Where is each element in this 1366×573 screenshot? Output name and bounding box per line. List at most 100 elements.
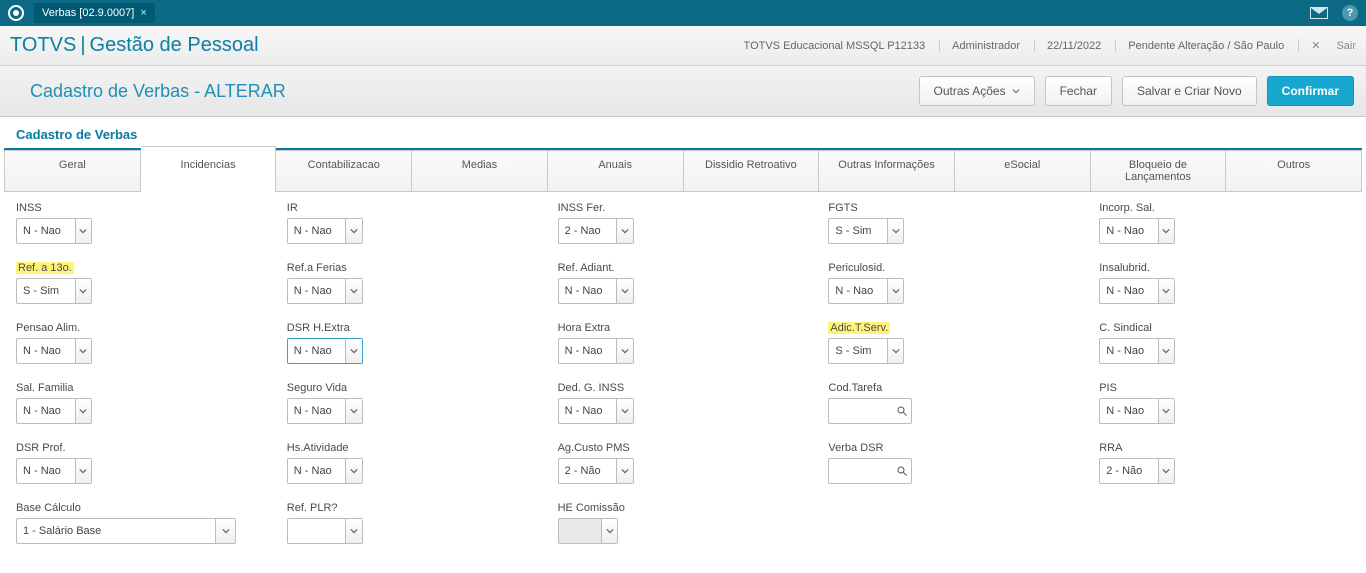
chevron-down-icon[interactable] [75,279,91,303]
label-ref-ferias: Ref.a Ferias [287,262,347,274]
chevron-down-icon[interactable] [75,459,91,483]
outras-acoes-button[interactable]: Outras Ações [919,76,1035,106]
label-hora-extra: Hora Extra [558,322,611,334]
label-rra: RRA [1099,442,1122,454]
window-titlebar: Verbas [02.9.0007] × ? [0,0,1366,26]
verba-dsr-input[interactable] [828,458,912,484]
label-inss: INSS [16,202,42,214]
periculosid-select[interactable] [828,278,904,304]
search-icon[interactable] [892,399,911,423]
env-label: TOTVS Educacional MSSQL P12133 [732,40,926,52]
tab-anuais[interactable]: Anuais [548,150,684,191]
chevron-down-icon[interactable] [616,459,632,483]
incorp-select[interactable] [1099,218,1175,244]
app-name: Gestão de Pessoal [90,34,259,57]
seguro-vida-select[interactable] [287,398,363,424]
label-hs-atividade: Hs.Atividade [287,442,349,454]
search-icon[interactable] [892,459,911,483]
c-sindical-select[interactable] [1099,338,1175,364]
chevron-down-icon[interactable] [1158,219,1174,243]
ref13-select[interactable] [16,278,92,304]
tab-bloqueio[interactable]: Bloqueio de Lançamentos [1091,150,1227,191]
chevron-down-icon[interactable] [75,339,91,363]
hs-atividade-select[interactable] [287,458,363,484]
chevron-down-icon[interactable] [75,219,91,243]
chevron-down-icon[interactable] [75,399,91,423]
ref-ferias-select[interactable] [287,278,363,304]
chevron-down-icon[interactable] [215,519,235,543]
chevron-down-icon[interactable] [345,219,361,243]
tab-dissidio[interactable]: Dissidio Retroativo [684,150,820,191]
cod-tarefa-input[interactable] [828,398,912,424]
label-c-sindical: C. Sindical [1099,322,1152,334]
chevron-down-icon[interactable] [345,519,361,543]
adic-tserv-select[interactable] [828,338,904,364]
fgts-select[interactable] [828,218,904,244]
label-dsr-prof: DSR Prof. [16,442,66,454]
tab-esocial[interactable]: eSocial [955,150,1091,191]
inss-select[interactable] [16,218,92,244]
confirmar-button[interactable]: Confirmar [1267,76,1354,106]
ag-custo-select[interactable] [558,458,634,484]
window-tab[interactable]: Verbas [02.9.0007] × [34,3,155,23]
dsr-prof-select[interactable] [16,458,92,484]
base-calc-select[interactable] [16,518,236,544]
he-comissao-select[interactable] [558,518,618,544]
chevron-down-icon[interactable] [1158,399,1174,423]
chevron-down-icon[interactable] [345,279,361,303]
actionbar: Cadastro de Verbas - ALTERAR Outras Açõe… [0,66,1366,117]
chevron-down-icon[interactable] [616,279,632,303]
insalubrid-select[interactable] [1099,278,1175,304]
tab-medias[interactable]: Medias [412,150,548,191]
chevron-down-icon[interactable] [616,339,632,363]
sal-familia-select[interactable] [16,398,92,424]
tab-outras-info[interactable]: Outras Informações [819,150,955,191]
window-tab-label: Verbas [02.9.0007] [42,7,134,19]
chevron-down-icon[interactable] [1158,339,1174,363]
label-dsr-hextra: DSR H.Extra [287,322,350,334]
tab-outros[interactable]: Outros [1226,150,1362,191]
close-icon[interactable]: × [140,7,146,19]
label-ir: IR [287,202,298,214]
salvar-criar-novo-button[interactable]: Salvar e Criar Novo [1122,76,1257,106]
label-periculosid: Periculosid. [828,262,885,274]
dsr-hextra-select[interactable] [287,338,363,364]
chevron-down-icon[interactable] [345,459,361,483]
hora-extra-select[interactable] [558,338,634,364]
rra-select[interactable] [1099,458,1175,484]
tab-contabilizacao[interactable]: Contabilizacao [276,150,412,191]
chevron-down-icon[interactable] [1158,279,1174,303]
chevron-down-icon[interactable] [345,399,361,423]
chevron-down-icon[interactable] [887,219,903,243]
ir-select[interactable] [287,218,363,244]
ref-plr-select[interactable] [287,518,363,544]
label-he-comissao: HE Comissão [558,502,625,514]
appbar: TOTVS | Gestão de Pessoal TOTVS Educacio… [0,26,1366,66]
form-area: INSS IR INSS Fer. FGTS Incorp. Sal. Ref.… [0,192,1366,568]
chevron-down-icon[interactable] [616,399,632,423]
chevron-down-icon[interactable] [616,219,632,243]
exit-button[interactable]: ✕ Sair [1298,39,1356,52]
ref-adiant-select[interactable] [558,278,634,304]
tab-geral[interactable]: Geral [4,150,141,191]
mail-icon[interactable] [1310,7,1328,19]
tabstrip: Geral Incidencias Contabilizacao Medias … [4,150,1362,192]
label-ref-adiant: Ref. Adiant. [558,262,615,274]
help-icon[interactable]: ? [1342,5,1358,21]
chevron-down-icon[interactable] [601,519,616,543]
tab-incidencias[interactable]: Incidencias [141,146,277,191]
pis-select[interactable] [1099,398,1175,424]
chevron-down-icon[interactable] [887,279,903,303]
chevron-down-icon[interactable] [887,339,903,363]
ded-g-inss-select[interactable] [558,398,634,424]
label-adic-tserv: Adic.T.Serv. [828,322,890,334]
chevron-down-icon[interactable] [345,339,361,363]
label-pensao: Pensao Alim. [16,322,80,334]
app-icon [8,5,24,21]
pensao-select[interactable] [16,338,92,364]
inss-fer-select[interactable] [558,218,634,244]
chevron-down-icon[interactable] [1158,459,1174,483]
label-cod-tarefa: Cod.Tarefa [828,382,882,394]
fechar-button[interactable]: Fechar [1045,76,1112,106]
chevron-down-icon [1012,87,1020,95]
